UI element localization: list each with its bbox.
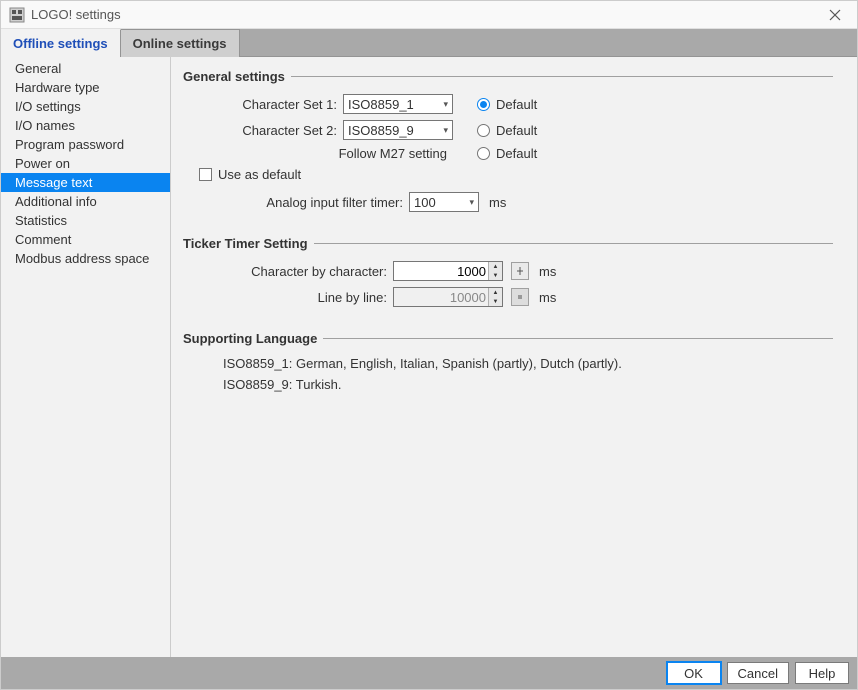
radio-icon	[477, 98, 490, 111]
tab-online-settings[interactable]: Online settings	[121, 29, 240, 57]
use-as-default-row[interactable]: Use as default	[199, 167, 833, 182]
group-supporting-language: Supporting Language ISO8859_1: German, E…	[183, 331, 833, 392]
sidebar-item-io-names[interactable]: I/O names	[1, 116, 170, 135]
use-as-default-checkbox[interactable]	[199, 168, 212, 181]
sidebar-item-modbus-address-space[interactable]: Modbus address space	[1, 249, 170, 268]
chevron-down-icon: ▾	[469, 197, 474, 208]
follow-m27-label: Follow M27 setting	[183, 146, 453, 161]
charset1-label: Character Set 1:	[183, 97, 343, 112]
sidebar-item-statistics[interactable]: Statistics	[1, 211, 170, 230]
radio-label: Default	[496, 146, 537, 161]
close-button[interactable]	[821, 1, 849, 29]
spin-down-icon: ▼	[488, 297, 502, 306]
charset1-value: ISO8859_1	[348, 97, 414, 112]
tab-strip: Offline settings Online settings	[1, 29, 857, 57]
footer-bar: OK Cancel Help	[1, 657, 857, 689]
charset1-select[interactable]: ISO8859_1 ▾	[343, 94, 453, 114]
analog-filter-label: Analog input filter timer:	[183, 195, 409, 210]
main-area: General Hardware type I/O settings I/O n…	[1, 57, 857, 657]
spin-up-icon: ▲	[488, 288, 502, 297]
window-title: LOGO! settings	[31, 7, 821, 22]
charset2-select[interactable]: ISO8859_9 ▾	[343, 120, 453, 140]
char-by-char-input[interactable]	[393, 261, 503, 281]
spinner-buttons[interactable]: ▲▼	[488, 262, 502, 280]
charset1-default-radio[interactable]: Default	[477, 97, 537, 112]
char-by-char-label: Character by character:	[183, 264, 393, 279]
charset2-default-radio[interactable]: Default	[477, 123, 537, 138]
tab-offline-settings[interactable]: Offline settings	[1, 29, 121, 57]
char-unit: ms	[539, 264, 556, 279]
radio-icon	[477, 147, 490, 160]
sidebar-item-general[interactable]: General	[1, 59, 170, 78]
group-line	[291, 76, 833, 77]
spin-down-icon[interactable]: ▼	[488, 271, 502, 280]
lang-line-2: ISO8859_9: Turkish.	[223, 377, 833, 392]
line-unit: ms	[539, 290, 556, 305]
char-reset-button[interactable]	[511, 262, 529, 280]
use-as-default-label: Use as default	[218, 167, 301, 182]
spinner-buttons: ▲▼	[488, 288, 502, 306]
line-by-line-spinner: ▲▼	[393, 287, 503, 307]
chevron-down-icon: ▾	[443, 99, 448, 110]
content-panel: General settings Character Set 1: ISO885…	[171, 57, 857, 657]
group-general-settings: General settings Character Set 1: ISO885…	[183, 69, 833, 212]
group-ticker-timer: Ticker Timer Setting Character by charac…	[183, 236, 833, 307]
charset2-label: Character Set 2:	[183, 123, 343, 138]
sidebar-item-additional-info[interactable]: Additional info	[1, 192, 170, 211]
line-reset-button	[511, 288, 529, 306]
char-by-char-spinner[interactable]: ▲▼	[393, 261, 503, 281]
line-by-line-label: Line by line:	[183, 290, 393, 305]
radio-label: Default	[496, 123, 537, 138]
titlebar: LOGO! settings	[1, 1, 857, 29]
cancel-button[interactable]: Cancel	[727, 662, 789, 684]
sidebar: General Hardware type I/O settings I/O n…	[1, 57, 171, 657]
app-icon	[9, 7, 25, 23]
group-title-ticker: Ticker Timer Setting	[183, 236, 314, 251]
analog-filter-select[interactable]: 100 ▾	[409, 192, 479, 212]
group-line	[323, 338, 833, 339]
group-title-lang: Supporting Language	[183, 331, 323, 346]
sidebar-item-hardware-type[interactable]: Hardware type	[1, 78, 170, 97]
charset2-value: ISO8859_9	[348, 123, 414, 138]
spin-up-icon[interactable]: ▲	[488, 262, 502, 271]
sidebar-item-io-settings[interactable]: I/O settings	[1, 97, 170, 116]
lang-line-1: ISO8859_1: German, English, Italian, Spa…	[223, 356, 833, 371]
radio-icon	[477, 124, 490, 137]
analog-filter-value: 100	[414, 195, 436, 210]
chevron-down-icon: ▾	[443, 125, 448, 136]
sidebar-item-message-text[interactable]: Message text	[1, 173, 170, 192]
radio-label: Default	[496, 97, 537, 112]
analog-filter-unit: ms	[489, 195, 506, 210]
help-button[interactable]: Help	[795, 662, 849, 684]
ok-button[interactable]: OK	[667, 662, 721, 684]
sidebar-item-power-on[interactable]: Power on	[1, 154, 170, 173]
group-title-general: General settings	[183, 69, 291, 84]
group-line	[314, 243, 833, 244]
follow-m27-default-radio[interactable]: Default	[477, 146, 537, 161]
sidebar-item-comment[interactable]: Comment	[1, 230, 170, 249]
sidebar-item-program-password[interactable]: Program password	[1, 135, 170, 154]
tab-strip-fill	[240, 29, 857, 57]
line-by-line-input	[393, 287, 503, 307]
